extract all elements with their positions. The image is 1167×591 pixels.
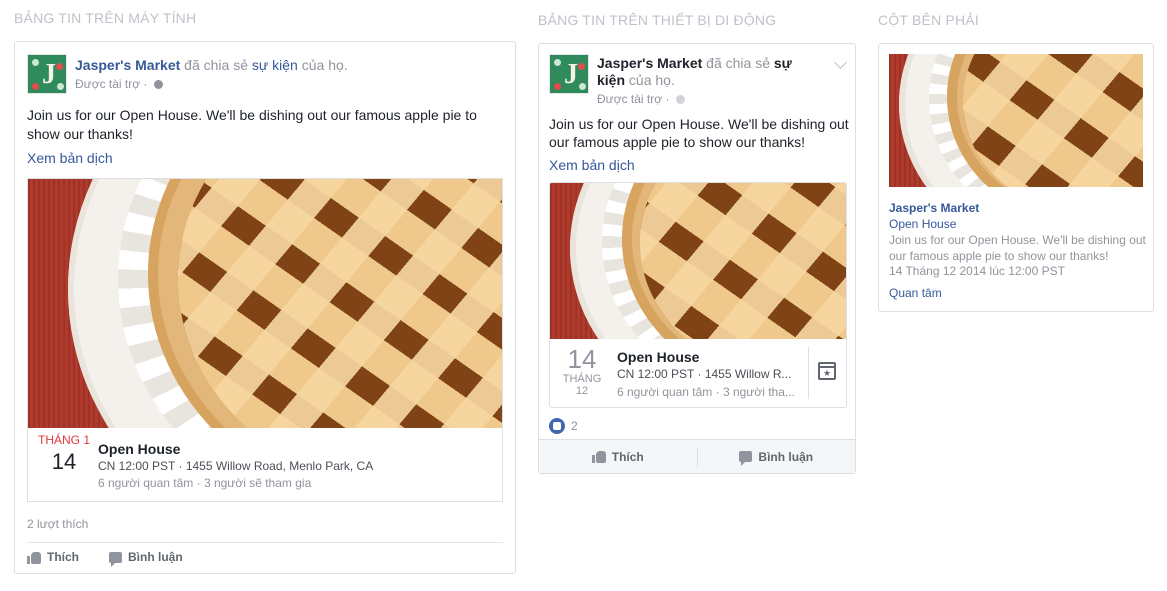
post-message: Join us for our Open House. We'll be dis… — [27, 107, 477, 142]
interested-link[interactable]: Quan tâm — [889, 286, 942, 300]
like-label: Thích — [611, 449, 644, 464]
event-month-number: 12 — [575, 385, 589, 397]
right-column-ad-card[interactable]: Jasper's Market Open House Join us for o… — [878, 43, 1154, 312]
like-label: Thích — [47, 550, 79, 564]
shared-text: đã chia sẻ — [184, 57, 248, 73]
page-avatar[interactable]: J — [27, 54, 67, 94]
comment-icon — [739, 451, 753, 466]
comment-label: Bình luận — [128, 550, 183, 564]
event-attachment[interactable]: THÁNG 1 14 Open House CN 12:00 PST · 145… — [27, 178, 503, 502]
event-month: THÁNG — [562, 373, 602, 385]
globe-icon — [153, 80, 163, 90]
desktop-section-title: BẢNG TIN TRÊN MÁY TÍNH — [14, 10, 197, 26]
like-reaction-icon — [549, 418, 565, 434]
shared-text: đã chia sẻ — [706, 55, 770, 71]
event-day: 14 — [51, 449, 77, 474]
ad-page-name[interactable]: Jasper's Market — [889, 201, 979, 215]
like-button[interactable]: Thích — [539, 450, 697, 464]
ad-event-name[interactable]: Open House — [889, 217, 956, 231]
comment-label: Bình luận — [758, 449, 814, 464]
of-them-text: của họ. — [628, 72, 675, 88]
event-details: CN 12:00 PST · 1455 Willow R... — [617, 367, 792, 381]
page-name-link[interactable]: Jasper's Market — [597, 55, 702, 71]
like-button[interactable]: Thích — [27, 550, 79, 564]
mobile-feed-card: J Jasper's Market đã chia sẻ sự kiện của… — [538, 43, 856, 474]
page-avatar[interactable]: J — [549, 54, 589, 94]
event-image — [28, 179, 502, 428]
thumbs-up-icon — [591, 450, 606, 463]
event-month: THÁNG 1 — [37, 433, 90, 447]
right-column-section-title: CỘT BÊN PHẢI — [878, 12, 979, 28]
comment-icon — [109, 551, 122, 567]
ad-message: Join us for our Open House. We'll be dis… — [889, 233, 1146, 263]
see-translation-link[interactable]: Xem bản dịch — [549, 157, 635, 173]
separator-dot: · — [143, 77, 148, 91]
globe-icon — [675, 95, 685, 105]
sponsored-label: Được tài trợ — [597, 92, 663, 106]
event-counts: 6 người quan tâm · 3 người sẽ tham gia — [98, 476, 312, 490]
like-count[interactable]: 2 — [571, 419, 578, 433]
calendar-icon[interactable]: ★ — [818, 362, 836, 380]
event-image — [550, 183, 846, 339]
event-attachment[interactable]: 14 THÁNG 12 Open House CN 12:00 PST · 14… — [549, 182, 847, 408]
logo-mark: J — [564, 59, 578, 90]
ad-image[interactable] — [889, 54, 1143, 187]
sponsored-label: Được tài trợ — [75, 77, 141, 91]
page-name-link[interactable]: Jasper's Market — [75, 57, 180, 73]
post-message: Join us for our Open House. We'll be dis… — [549, 116, 849, 150]
event-day: 14 — [567, 344, 597, 374]
ad-date: 14 Tháng 12 2014 lúc 12:00 PST — [889, 264, 1065, 278]
event-name[interactable]: Open House — [617, 349, 699, 365]
of-them-text: của họ. — [301, 57, 348, 73]
event-link[interactable]: sự kiện — [252, 57, 298, 73]
event-details: CN 12:00 PST · 1455 Willow Road, Menlo P… — [98, 459, 374, 473]
separator-dot: · — [665, 92, 670, 106]
event-name[interactable]: Open House — [98, 441, 180, 457]
event-counts: 6 người quan tâm · 3 người tha... — [617, 385, 795, 399]
logo-mark: J — [42, 59, 56, 90]
comment-button[interactable]: Bình luận — [109, 550, 183, 567]
chevron-down-icon[interactable] — [834, 56, 847, 69]
thumbs-up-icon — [27, 551, 41, 564]
comment-button[interactable]: Bình luận — [698, 449, 856, 466]
desktop-feed-card: J Jasper's Market đã chia sẻ sự kiện của… — [14, 41, 516, 574]
like-count[interactable]: 2 lượt thích — [27, 517, 88, 531]
see-translation-link[interactable]: Xem bản dịch — [27, 150, 113, 166]
mobile-section-title: BẢNG TIN TRÊN THIẾT BỊ DI ĐỘNG — [538, 12, 777, 28]
